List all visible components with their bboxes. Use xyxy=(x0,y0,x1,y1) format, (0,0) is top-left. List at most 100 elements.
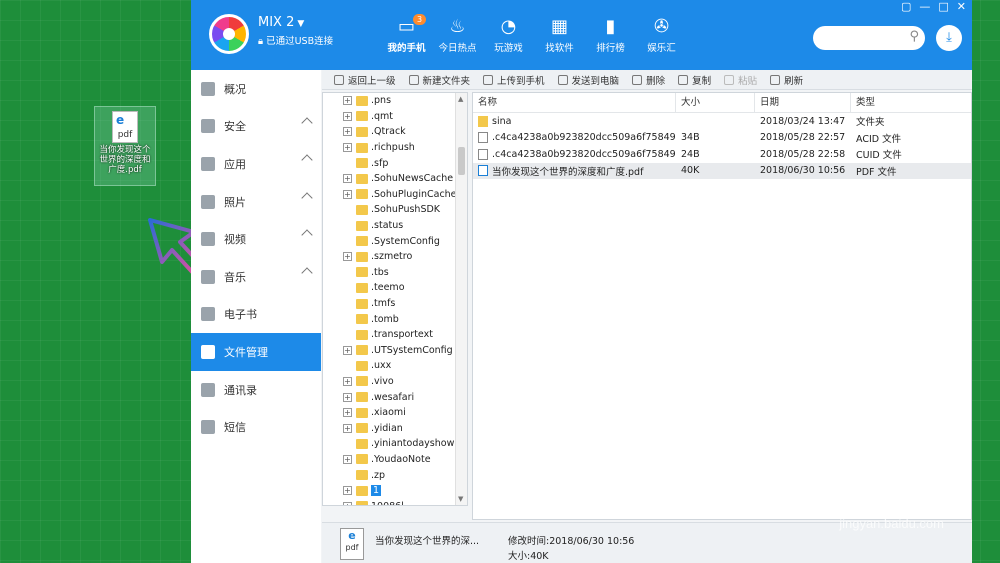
sidebar-item-music[interactable]: 音乐 xyxy=(191,258,321,296)
file-row[interactable]: sina 2018/03/24 13:47 文件夹 xyxy=(473,113,971,130)
col-header-size[interactable]: 大小 xyxy=(676,93,755,112)
tree-folder-name: .SohuNewsCache xyxy=(371,173,454,185)
expand-icon[interactable]: + xyxy=(343,345,352,355)
file-row[interactable]: .c4ca4238a0b923820dcc509a6f75849b.... 34B… xyxy=(473,130,971,147)
tree-row[interactable]: + .xiaomi xyxy=(323,405,467,421)
tree-row[interactable]: .yiniantodayshow xyxy=(323,436,467,452)
paste-button[interactable]: 粘贴 xyxy=(724,73,757,87)
upload-button[interactable]: 上传到手机 xyxy=(483,73,545,87)
nav-apps[interactable]: ▦ 找软件 xyxy=(534,14,585,54)
feedback-icon[interactable]: ▢ xyxy=(901,0,911,13)
expand-icon[interactable]: + xyxy=(343,252,352,262)
new-folder-button[interactable]: 新建文件夹 xyxy=(408,73,470,87)
col-header-date[interactable]: 日期 xyxy=(755,93,851,112)
tree-row[interactable]: + .vivo xyxy=(323,374,467,390)
expand-icon[interactable]: + xyxy=(343,408,352,418)
sidebar-item-photos[interactable]: 照片 xyxy=(191,183,321,221)
tree-row[interactable]: .SohuPushSDK xyxy=(323,202,467,218)
nav-hot-today[interactable]: ♨ 今日热点 xyxy=(432,14,483,54)
file-row[interactable]: 当你发现这个世界的深度和广度.pdf 40K 2018/06/30 10:56 PDF… xyxy=(473,162,971,179)
search-icon[interactable]: ⚲ xyxy=(909,29,919,44)
sidebar-item-videos[interactable]: 视频 xyxy=(191,220,321,258)
chevron-up-icon[interactable] xyxy=(301,229,313,242)
tree-row[interactable]: .status xyxy=(323,218,467,234)
tree-row[interactable]: .sfp xyxy=(323,155,467,171)
tree-row[interactable]: + .wesafari xyxy=(323,389,467,405)
folder-tree[interactable]: + .pns + .qmt + .Qtrack + .richpush .sfp + .SohuNe… xyxy=(322,92,468,506)
copy-icon xyxy=(678,74,689,85)
expand-icon[interactable]: + xyxy=(343,501,352,505)
device-selector[interactable]: MIX 2 ▼ xyxy=(258,15,304,30)
back-button[interactable]: 返回上一级 xyxy=(334,73,396,87)
chevron-up-icon[interactable] xyxy=(301,192,313,204)
tree-row[interactable]: .transportext xyxy=(323,327,467,343)
tree-row[interactable]: + .UTSystemConfig xyxy=(323,343,467,359)
expand-icon[interactable]: + xyxy=(343,376,352,386)
expand-icon[interactable]: + xyxy=(343,96,352,106)
file-row[interactable]: .c4ca4238a0b923820dcc509a6f75849b.... 24B… xyxy=(473,146,971,163)
file-list[interactable]: 名称 大小 日期 类型 sina 2018/03/24 13:47 文件夹 .c4ca… xyxy=(472,92,972,520)
sidebar-item-security[interactable]: 安全 xyxy=(191,108,321,146)
tree-row[interactable]: + .Qtrack xyxy=(323,124,467,140)
col-header-type[interactable]: 类型 xyxy=(851,93,929,112)
chevron-up-icon[interactable] xyxy=(301,154,313,166)
close-icon[interactable]: ✕ xyxy=(957,0,966,13)
home-icon xyxy=(201,81,215,96)
tree-row[interactable]: .tbs xyxy=(323,265,467,281)
file-date-cell: 2018/03/24 13:47 xyxy=(760,115,846,127)
expand-icon[interactable]: + xyxy=(343,454,352,464)
scroll-thumb[interactable] xyxy=(458,147,465,175)
download-manager-icon[interactable]: ⤓ xyxy=(936,25,962,51)
tree-row[interactable]: .zp xyxy=(323,467,467,483)
sidebar-item-contacts[interactable]: 通讯录 xyxy=(191,371,321,409)
tree-row[interactable]: .teemo xyxy=(323,280,467,296)
col-header-name[interactable]: 名称 xyxy=(473,93,676,112)
tree-row[interactable]: + .szmetro xyxy=(323,249,467,265)
send-to-pc-button[interactable]: 发送到电脑 xyxy=(557,73,619,87)
tree-row[interactable]: +1 xyxy=(323,483,467,499)
minimize-icon[interactable]: — xyxy=(919,0,930,13)
maximize-icon[interactable]: □ xyxy=(938,0,948,13)
sidebar-item-overview[interactable]: 概况 xyxy=(191,70,321,108)
sidebar-item-ebooks[interactable]: 电子书 xyxy=(191,296,321,334)
tree-row[interactable]: .uxx xyxy=(323,358,467,374)
chevron-up-icon[interactable] xyxy=(301,267,313,279)
sidebar-item-apps[interactable]: 应用 xyxy=(191,145,321,183)
nav-games[interactable]: ◔ 玩游戏 xyxy=(483,14,534,54)
expand-icon[interactable]: + xyxy=(343,127,352,137)
expand-icon[interactable]: + xyxy=(343,174,352,184)
status-modified-time: 修改时间:2018/06/30 10:56 xyxy=(508,536,635,547)
scroll-up-icon[interactable]: ▲ xyxy=(458,95,463,103)
expand-icon[interactable]: + xyxy=(343,423,352,433)
tree-row[interactable]: .SystemConfig xyxy=(323,233,467,249)
desktop-pdf-file[interactable]: e pdf 当你发现这个世界的深度和广度.pdf xyxy=(94,106,156,186)
nav-entertainment[interactable]: ✇ 娱乐汇 xyxy=(636,14,687,54)
tree-row[interactable]: + .SohuPluginCache xyxy=(323,187,467,203)
tree-row[interactable]: .tomb xyxy=(323,311,467,327)
tree-row[interactable]: + .qmt xyxy=(323,109,467,125)
tree-row[interactable]: + .yidian xyxy=(323,420,467,436)
sidebar-item-file-manager[interactable]: 文件管理 xyxy=(191,333,321,371)
expand-icon[interactable]: + xyxy=(343,111,352,121)
tree-row[interactable]: + .pns xyxy=(323,93,467,109)
sidebar-item-messages[interactable]: 短信 xyxy=(191,408,321,446)
nav-ranking[interactable]: ▮ 排行榜 xyxy=(585,14,636,54)
tree-folder-name: .teemo xyxy=(371,282,405,294)
search-input[interactable]: ⚲ xyxy=(813,26,925,50)
tree-row[interactable]: + .richpush xyxy=(323,140,467,156)
copy-button[interactable]: 复制 xyxy=(678,73,711,87)
scroll-down-icon[interactable]: ▼ xyxy=(458,495,463,503)
expand-icon[interactable]: + xyxy=(343,486,352,496)
tree-scrollbar[interactable]: ▲ ▼ xyxy=(455,93,467,505)
tree-row[interactable]: +10086l xyxy=(323,498,467,505)
expand-icon[interactable]: + xyxy=(343,143,352,153)
delete-button[interactable]: 删除 xyxy=(632,73,665,87)
expand-icon[interactable]: + xyxy=(343,392,352,402)
refresh-button[interactable]: 刷新 xyxy=(770,73,803,87)
tree-row[interactable]: + .SohuNewsCache xyxy=(323,171,467,187)
chevron-up-icon[interactable] xyxy=(301,116,313,129)
tree-row[interactable]: .tmfs xyxy=(323,296,467,312)
tree-row[interactable]: + .YoudaoNote xyxy=(323,452,467,468)
folder-icon xyxy=(356,236,368,247)
expand-icon[interactable]: + xyxy=(343,189,352,199)
